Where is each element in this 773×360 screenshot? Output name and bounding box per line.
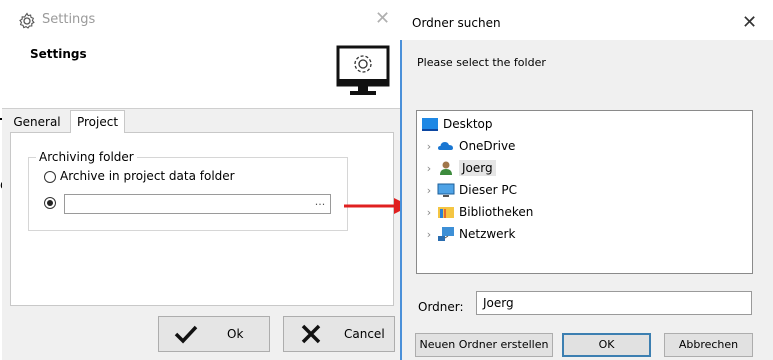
folder-field-label: Ordner: xyxy=(418,300,464,314)
tab-project[interactable]: Project xyxy=(70,110,125,133)
radio-archive-project-folder[interactable] xyxy=(44,171,56,183)
tree-item-onedrive[interactable]: › OneDrive xyxy=(417,135,752,157)
page-title: Settings xyxy=(30,47,87,61)
onedrive-cloud-icon xyxy=(438,142,453,150)
tree-item-label: OneDrive xyxy=(459,139,516,153)
archiving-folder-legend: Archiving folder xyxy=(36,150,137,164)
tree-item-label: Joerg xyxy=(459,160,496,176)
radio-archive-project-label: Archive in project data folder xyxy=(60,169,235,183)
cancel-button[interactable]: Cancel xyxy=(283,316,395,352)
chevron-right-icon[interactable]: › xyxy=(423,184,435,197)
tree-item-label: Dieser PC xyxy=(459,183,517,197)
tab-general[interactable]: General xyxy=(8,112,66,132)
new-folder-button[interactable]: Neuen Ordner erstellen xyxy=(415,333,553,357)
tree-item-joerg[interactable]: › Joerg xyxy=(417,157,752,179)
chevron-right-icon[interactable]: › xyxy=(423,162,435,175)
tree-item-label: Bibliotheken xyxy=(459,205,534,219)
close-icon[interactable]: ✕ xyxy=(375,8,390,29)
ok-button[interactable]: Ok xyxy=(158,316,270,352)
desktop-icon xyxy=(422,118,438,131)
chevron-right-icon[interactable]: › xyxy=(423,206,435,219)
folder-name-input[interactable]: Joerg xyxy=(476,291,752,315)
tree-item-netzwerk[interactable]: › Netzwerk xyxy=(417,223,752,245)
user-icon xyxy=(440,161,452,175)
tree-item-bibliotheken[interactable]: › Bibliotheken xyxy=(417,201,752,223)
computer-icon xyxy=(437,183,455,197)
tree-item-label: Desktop xyxy=(443,117,493,131)
settings-window: Settings ✕ Settings d General Project Ar… xyxy=(0,0,400,360)
cancel-button-label: Cancel xyxy=(344,327,385,341)
chevron-right-icon[interactable]: › xyxy=(423,228,435,241)
close-icon[interactable]: ✕ xyxy=(742,12,757,33)
cancel-button[interactable]: Abbrechen xyxy=(664,333,753,357)
settings-window-title: Settings xyxy=(42,12,96,27)
chevron-right-icon[interactable]: › xyxy=(423,140,435,153)
tree-item-dieser-pc[interactable]: › Dieser PC xyxy=(417,179,752,201)
ok-button-label: Ok xyxy=(227,327,244,341)
gear-icon xyxy=(19,12,35,29)
network-icon xyxy=(438,227,454,241)
tree-item-label: Netzwerk xyxy=(459,227,516,241)
checkmark-icon xyxy=(174,325,198,344)
ok-button[interactable]: OK xyxy=(562,333,651,357)
archive-path-input[interactable] xyxy=(64,194,331,214)
browse-button[interactable]: ... xyxy=(310,194,330,212)
folder-dialog-title: Ordner suchen xyxy=(412,16,501,30)
cross-icon xyxy=(301,324,321,344)
libraries-icon xyxy=(438,207,454,218)
radio-custom-folder[interactable] xyxy=(44,197,56,209)
monitor-settings-icon xyxy=(336,45,390,95)
folder-tree[interactable]: Desktop › OneDrive › Joerg › Dieser PC ›… xyxy=(416,110,753,274)
folder-dialog-instruction: Please select the folder xyxy=(417,56,546,69)
tree-item-desktop[interactable]: Desktop xyxy=(417,113,752,135)
